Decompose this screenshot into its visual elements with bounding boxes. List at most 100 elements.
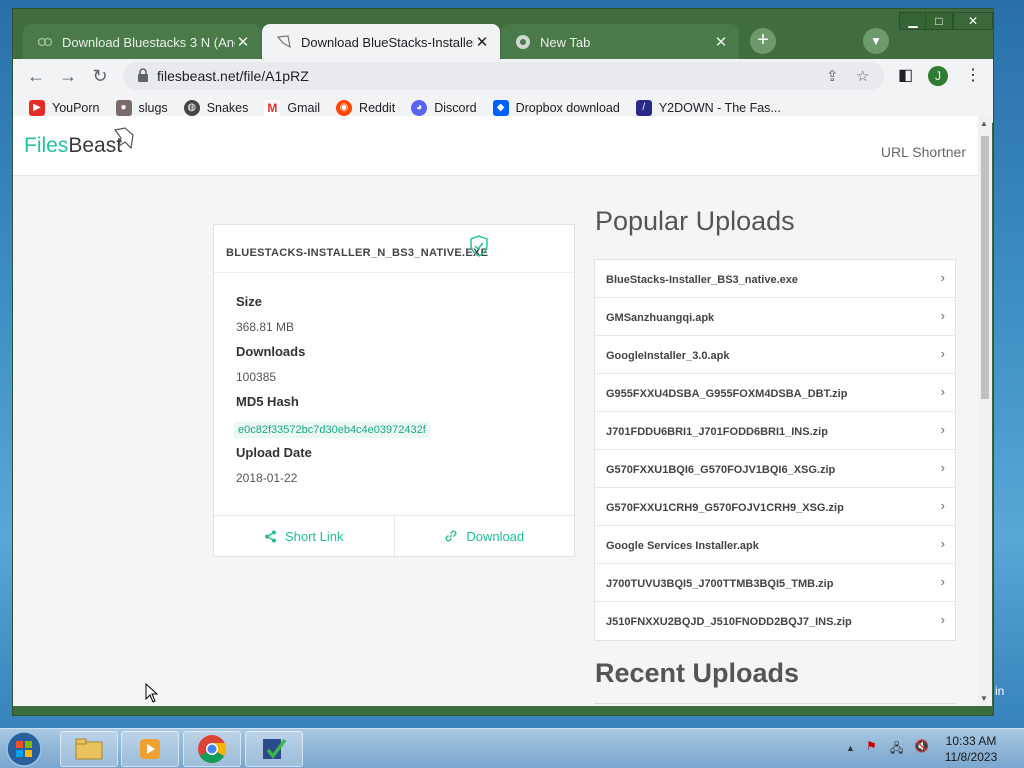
item-name: Google Services Installer.apk — [606, 540, 759, 552]
bookmark-youporn[interactable]: ▶ YouPorn — [29, 99, 100, 116]
file-name: BLUESTACKS-INSTALLER_N_BS3_NATIVE.EXE — [226, 247, 489, 259]
download-label: Download — [466, 528, 525, 544]
file-card-actions: Short Link Download — [214, 515, 574, 556]
list-item[interactable]: J701FDDU6BRI1_J701FODD6BRI1_INS.zip › — [595, 412, 955, 450]
side-panel-icon[interactable]: ◧ — [898, 65, 913, 85]
windows-start-icon[interactable] — [4, 730, 44, 768]
tab-close-icon[interactable]: ✕ — [713, 33, 729, 51]
bookmark-y2down[interactable]: / Y2DOWN - The Fas... — [635, 99, 781, 116]
list-item[interactable]: G570FXXU1BQI6_G570FOJV1BQI6_XSG.zip › — [595, 450, 955, 488]
youporn-icon: ▶ — [29, 99, 45, 116]
globe-icon: ◍ — [183, 99, 200, 116]
file-card: BLUESTACKS-INSTALLER_N_BS3_NATIVE.EXE Si… — [213, 224, 575, 557]
tab-close-icon[interactable]: ✕ — [235, 33, 251, 51]
scroll-up-arrow-icon[interactable]: ▲ — [980, 119, 988, 128]
forward-arrow-icon[interactable]: → — [57, 65, 79, 87]
tab-close-icon[interactable]: ✕ — [474, 33, 490, 51]
chevron-right-icon: › — [940, 612, 945, 627]
taskbar-explorer[interactable] — [60, 731, 118, 767]
y2down-icon: / — [635, 99, 652, 116]
item-name: J510FNXXU2BQJD_J510FNODD2BQJ7_INS.zip — [606, 616, 852, 628]
list-item[interactable]: GMSanzhuangqi.apk › — [595, 298, 955, 336]
size-value: 368.81 MB — [236, 320, 295, 334]
list-item[interactable]: GoogleInstaller_3.0.apk › — [595, 336, 955, 374]
close-window-button[interactable]: ✕ — [953, 12, 993, 30]
list-item[interactable]: G570FXXU1CRH9_G570FOJV1CRH9_XSG.zip › — [595, 488, 955, 526]
chevron-right-icon: › — [940, 574, 945, 589]
minimize-button[interactable]: ▁ — [899, 12, 927, 30]
menu-kebab-icon[interactable]: ⋮ — [965, 65, 981, 85]
tab-search-chevron-icon[interactable]: ▼ — [863, 28, 889, 54]
tab-new-tab[interactable]: New Tab ✕ — [501, 24, 739, 60]
scrollbar-thumb[interactable] — [981, 136, 989, 399]
bookmark-label: Y2DOWN - The Fas... — [658, 100, 781, 115]
item-name: J700TUVU3BQI5_J700TTMB3BQI5_TMB.zip — [606, 578, 834, 590]
short-link-button[interactable]: Short Link — [214, 516, 394, 556]
tab-bluestacks-3n[interactable]: Download Bluestacks 3 N (Andro ✕ — [23, 24, 261, 60]
slugs-icon: ● — [115, 99, 132, 116]
system-clock[interactable]: 10:33 AM 11/8/2023 — [936, 733, 1006, 765]
taskbar-app[interactable] — [245, 731, 303, 767]
back-arrow-icon[interactable]: ← — [25, 65, 47, 87]
show-hidden-icons-icon[interactable]: ▲ — [846, 743, 855, 753]
chevron-right-icon: › — [940, 422, 945, 437]
bookmark-gmail[interactable]: M Gmail — [264, 99, 320, 116]
link-icon — [445, 530, 457, 542]
taskbar-media-player[interactable] — [121, 731, 179, 767]
reload-icon[interactable]: ↻ — [89, 65, 111, 87]
list-item[interactable]: Google Services Installer.apk › — [595, 526, 955, 564]
bookmark-discord[interactable]: ◕ Discord — [411, 99, 477, 116]
discord-icon: ◕ — [411, 99, 428, 116]
download-button[interactable]: Download — [393, 516, 575, 556]
chevron-right-icon: › — [940, 346, 945, 361]
bookmark-label: Snakes — [206, 100, 249, 115]
share-icon[interactable]: ⇪ — [826, 67, 839, 85]
bookmark-reddit[interactable]: ◉ Reddit — [336, 99, 396, 116]
tab-title: Download BlueStacks-Installer_N — [301, 34, 474, 50]
page-scrollbar[interactable]: ▲ ▼ — [978, 116, 992, 706]
tab-title: Download Bluestacks 3 N (Andro — [62, 34, 235, 50]
chrome-favicon-icon — [515, 34, 531, 50]
volume-muted-icon[interactable]: 🔇 — [914, 739, 929, 753]
maximize-button[interactable]: □ — [925, 12, 953, 30]
bookmark-label: Reddit — [359, 100, 396, 115]
item-name: G955FXXU4DSBA_G955FOXM4DSBA_DBT.zip — [606, 388, 848, 400]
media-player-icon — [140, 739, 160, 759]
gmail-icon: M — [264, 99, 281, 116]
url-shortner-link[interactable]: URL Shortner — [881, 144, 966, 160]
bookmark-slugs[interactable]: ● slugs — [115, 99, 168, 116]
chrome-icon — [198, 735, 227, 763]
dropbox-icon: ◆ — [492, 99, 509, 116]
list-item[interactable]: BlueStacks-Installer_BS3_native.exe › — [595, 260, 955, 298]
network-icon[interactable]: 🖧 — [890, 739, 903, 760]
bookmark-star-icon[interactable]: ☆ — [856, 67, 869, 85]
tab-favicon-icon — [37, 34, 53, 50]
new-tab-button[interactable]: + — [750, 28, 776, 54]
scroll-down-arrow-icon[interactable]: ▼ — [980, 694, 988, 703]
beast-logo-icon — [113, 127, 134, 150]
tab-bluestacks-installer[interactable]: Download BlueStacks-Installer_N ✕ — [262, 24, 500, 60]
md5-label: MD5 Hash — [236, 394, 299, 409]
bookmark-dropbox[interactable]: ◆ Dropbox download — [492, 99, 620, 116]
file-card-header: BLUESTACKS-INSTALLER_N_BS3_NATIVE.EXE — [214, 225, 574, 273]
bookmark-snakes[interactable]: ◍ Snakes — [183, 99, 249, 116]
popular-uploads-list: BlueStacks-Installer_BS3_native.exe › GMS… — [594, 259, 956, 641]
bookmark-label: slugs — [138, 100, 168, 115]
action-center-flag-icon[interactable]: ⚑ — [866, 739, 877, 753]
site-header: FilesBeast URL Shortner — [13, 116, 978, 176]
profile-avatar[interactable]: J — [928, 66, 948, 86]
address-bar[interactable]: filesbeast.net/file/A1pRZ ⇪ ☆ — [123, 62, 884, 90]
site-logo[interactable]: FilesBeast — [24, 134, 122, 158]
chevron-right-icon: › — [940, 308, 945, 323]
clock-time: 10:33 AM — [945, 734, 997, 748]
list-item[interactable]: J700TUVU3BQI5_J700TTMB3BQI5_TMB.zip › — [595, 564, 955, 602]
reddit-icon: ◉ — [336, 99, 353, 116]
list-item[interactable]: G955FXXU4DSBA_G955FOXM4DSBA_DBT.zip › — [595, 374, 955, 412]
windows-taskbar: ▲ ⚑ 🖧 🔇 10:33 AM 11/8/2023 — [0, 728, 1024, 768]
item-name: GoogleInstaller_3.0.apk — [606, 350, 730, 362]
list-item[interactable]: J510FNXXU2BQJD_J510FNODD2BQJ7_INS.zip › — [595, 602, 955, 640]
lock-icon — [138, 68, 148, 82]
item-name: BlueStacks-Installer_BS3_native.exe — [606, 274, 798, 286]
clock-date: 11/8/2023 — [944, 750, 998, 764]
taskbar-chrome[interactable] — [183, 731, 241, 767]
